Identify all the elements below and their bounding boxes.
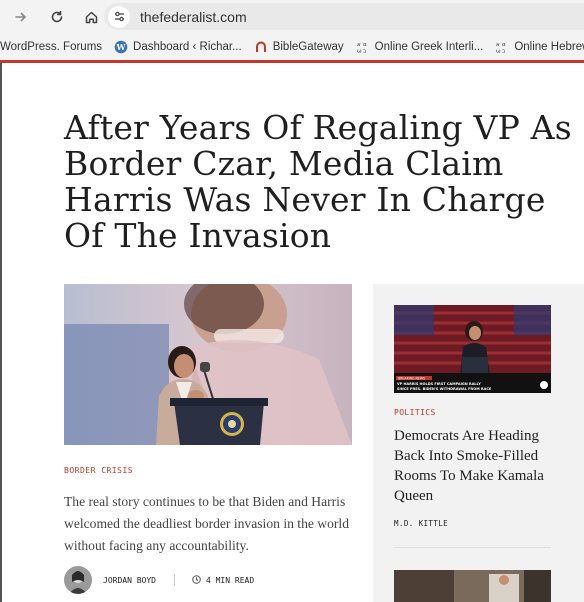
svg-text:ב: ב xyxy=(502,49,505,55)
browser-toolbar: thefederalist.com xyxy=(0,0,584,34)
arrow-right-icon[interactable] xyxy=(10,6,32,28)
thumb-caption-line1: VP HARRIS HOLDS FIRST CAMPAIGN RALLY xyxy=(397,382,481,386)
svg-text:ω: ω xyxy=(357,49,362,55)
page-left-border xyxy=(0,63,2,602)
svg-text:אּ: אּ xyxy=(357,42,361,48)
author-name[interactable]: JORDAN BOYD xyxy=(103,576,156,585)
address-bar[interactable]: thefederalist.com xyxy=(104,3,584,30)
avatar[interactable] xyxy=(64,566,92,594)
article-category[interactable]: BORDER CRISIS xyxy=(64,466,133,475)
article-byline: JORDAN BOYD 4 MIN READ xyxy=(64,566,254,594)
article-hero-image[interactable] xyxy=(64,284,352,445)
biblegateway-icon xyxy=(254,40,268,54)
bookmark-biblegateway[interactable]: BibleGateway xyxy=(254,40,344,54)
bookmark-dashboard[interactable]: W Dashboard ‹ Richar... xyxy=(114,40,242,54)
wordpress-icon: W xyxy=(114,40,128,54)
bookmark-label: BibleGateway xyxy=(272,41,344,53)
home-icon[interactable] xyxy=(80,6,102,28)
sidebar-divider xyxy=(394,547,551,548)
thumb-caption-breaking: BREAKING NEWS xyxy=(398,376,425,380)
byline-divider xyxy=(173,574,175,586)
clock-icon xyxy=(192,574,201,586)
bookmark-label: Online Greek Interli... xyxy=(374,41,484,53)
article-title[interactable]: After Years Of Regaling VP As Border Cza… xyxy=(64,110,574,254)
thumb-caption-line2: SINCE PRES. BIDEN'S WITHDRAWAL FROM RACE xyxy=(397,387,492,391)
url-text[interactable]: thefederalist.com xyxy=(140,9,247,25)
tune-icon[interactable] xyxy=(108,5,130,28)
svg-text:ב: ב xyxy=(363,49,366,55)
scripture-icon: אּ α ω ב xyxy=(356,40,370,54)
bookmark-wordpress-forums[interactable]: WordPress. Forums xyxy=(0,41,102,53)
sidebar-article-title[interactable]: Democrats Are Heading Back Into Smoke-Fi… xyxy=(394,426,554,506)
read-time: 4 MIN READ xyxy=(205,575,255,585)
bookmark-label: Online Hebrew Inter... xyxy=(514,41,584,53)
svg-text:α: α xyxy=(502,42,506,48)
svg-text:אּ: אּ xyxy=(496,42,500,48)
bookmark-label: Dashboard ‹ Richar... xyxy=(133,41,242,53)
svg-text:W: W xyxy=(116,42,127,52)
bookmarks-bar: WordPress. Forums W Dashboard ‹ Richar..… xyxy=(0,34,584,60)
bookmark-label: WordPress. Forums xyxy=(0,41,103,53)
sidebar-article-thumbnail-2[interactable] xyxy=(394,570,551,602)
bookmark-hebrew-interlinear[interactable]: אּαωב Online Hebrew Inter... xyxy=(495,40,584,54)
scripture-icon: אּ α ω ב xyxy=(495,40,509,54)
sidebar-article-author[interactable]: M.D. KITTLE xyxy=(394,519,448,528)
header-accent-line xyxy=(0,60,584,63)
svg-text:ω: ω xyxy=(496,49,501,55)
sidebar-article-category[interactable]: POLITICS xyxy=(394,408,436,417)
article-excerpt: The real story continues to be that Bide… xyxy=(64,494,350,553)
sidebar-article-thumbnail[interactable]: BREAKING NEWS VP HARRIS HOLDS FIRST CAMP… xyxy=(394,305,551,393)
bookmark-greek-interlinear[interactable]: אּ α ω ב Online Greek Interli... xyxy=(356,40,484,54)
reload-icon[interactable] xyxy=(46,6,68,28)
svg-text:α: α xyxy=(363,42,367,48)
